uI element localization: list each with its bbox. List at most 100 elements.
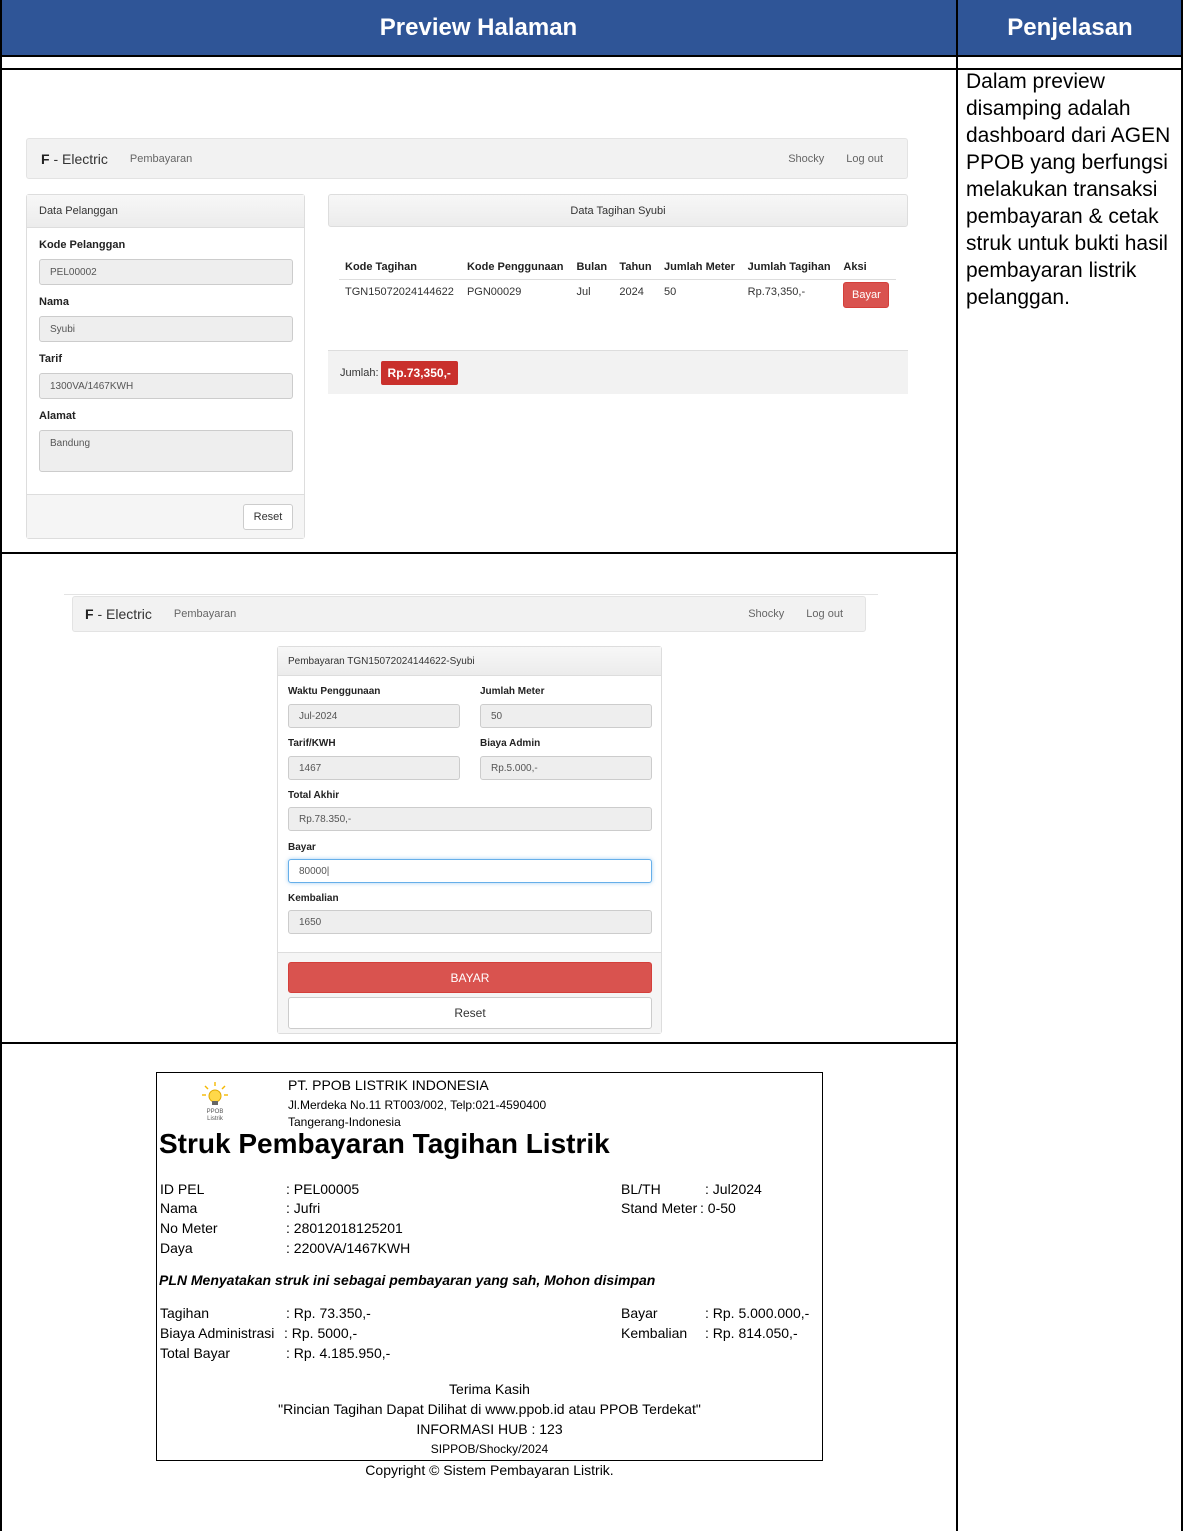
table-row-divider xyxy=(0,552,957,554)
alamat-field[interactable]: Bandung xyxy=(39,430,293,472)
total-label: Jumlah: xyxy=(340,366,379,379)
value-biaya-admin: : Rp. 5000,- xyxy=(284,1325,358,1341)
value-daya: : 2200VA/1467KWH xyxy=(286,1240,411,1256)
reset-button[interactable]: Reset xyxy=(243,504,293,530)
customer-panel: Data Pelanggan Kode Pelanggan PEL00002 N… xyxy=(26,194,305,539)
waktu-field[interactable]: Jul-2024 xyxy=(288,704,460,728)
kembalian-field[interactable]: 1650 xyxy=(288,910,652,934)
col-kode-penggunaan: Kode Penggunaan xyxy=(460,255,571,280)
reset-button[interactable]: Reset xyxy=(288,997,652,1029)
bayar-button[interactable]: Bayar xyxy=(843,282,890,308)
value-id-pel: : PEL00005 xyxy=(286,1181,360,1197)
label-tagihan: Tagihan xyxy=(160,1305,210,1321)
bayar-label: Bayar xyxy=(288,842,316,853)
tarif-field[interactable]: 1300VA/1467KWH xyxy=(39,373,293,399)
label-stand-meter: Stand Meter xyxy=(621,1200,698,1216)
bayar-submit-button[interactable]: BAYAR xyxy=(288,962,652,993)
payment-panel-title: Pembayaran TGN15072024144622-Syubi xyxy=(278,647,661,676)
value-bayar: : Rp. 5.000.000,- xyxy=(705,1305,810,1321)
col-kode-tagihan: Kode Tagihan xyxy=(339,255,461,280)
navbar: F - Electric Pembayaran Shocky Log out xyxy=(26,138,908,179)
label-daya: Daya xyxy=(160,1240,193,1256)
col-tahun: Tahun xyxy=(613,255,658,280)
col-aksi: Aksi xyxy=(837,255,896,280)
receipt-info: "Rincian Tagihan Dapat Dilihat di www.pp… xyxy=(278,1401,701,1417)
label-nama: Nama xyxy=(160,1200,198,1216)
meter-field[interactable]: 50 xyxy=(480,704,652,728)
total-field[interactable]: Rp.78.350,- xyxy=(288,807,652,831)
nav-pembayaran[interactable]: Pembayaran xyxy=(130,153,192,165)
kembalian-label: Kembalian xyxy=(288,893,339,904)
receipt-thanks: Terima Kasih xyxy=(449,1381,530,1397)
cell-kode-tagihan: TGN15072024144622 xyxy=(345,286,454,298)
nama-field[interactable]: Syubi xyxy=(39,316,293,342)
field-label: Tarif xyxy=(39,353,63,365)
cell-kode-penggunaan: PGN00029 xyxy=(466,286,522,298)
navbar: F - Electric Pembayaran Shocky Log out xyxy=(72,596,866,632)
table-row: TGN15072024144622 PGN00029 Jul 2024 50 R… xyxy=(339,280,896,315)
lightbulb-icon: PPOB Listrik xyxy=(202,1082,228,1122)
cell-bulan: Jul xyxy=(576,286,591,298)
total-badge: Rp.73,350,- xyxy=(380,360,458,385)
label-biaya-admin: Biaya Administrasi xyxy=(160,1325,275,1341)
field-label: Kode Pelanggan xyxy=(39,239,126,251)
table-row-divider xyxy=(0,55,1183,57)
bill-panel-header: Data Tagihan Syubi xyxy=(328,194,908,227)
cell-aksi: Bayar xyxy=(837,280,896,315)
value-stand-meter: : 0-50 xyxy=(700,1200,736,1216)
field-label: Nama xyxy=(39,296,69,308)
label-kembalian: Kembalian xyxy=(621,1325,688,1341)
payment-panel: Pembayaran TGN15072024144622-Syubi Waktu… xyxy=(277,646,662,1034)
value-tagihan: : Rp. 73.350,- xyxy=(286,1305,371,1321)
label-bayar: Bayar xyxy=(621,1305,658,1321)
table-border-left xyxy=(0,0,2,1531)
total-label: Total Akhir xyxy=(288,790,340,801)
logout-link[interactable]: Log out xyxy=(846,153,883,165)
admin-field[interactable]: Rp.5.000,- xyxy=(480,756,652,780)
col-bulan: Bulan xyxy=(570,255,614,280)
receipt-hub: INFORMASI HUB : 123 xyxy=(416,1421,563,1437)
kode-pelanggan-field[interactable]: PEL00002 xyxy=(39,259,293,285)
nav-underline xyxy=(64,594,878,595)
value-total-bayar: : Rp. 4.185.950,- xyxy=(286,1345,391,1361)
table-header-row: Kode Tagihan Kode Penggunaan Bulan Tahun… xyxy=(339,255,896,280)
value-kembalian: : Rp. 814.050,- xyxy=(705,1325,798,1341)
nav-pembayaran[interactable]: Pembayaran xyxy=(174,608,236,620)
explanation-header: Penjelasan xyxy=(957,0,1183,56)
label-blth: BL/TH xyxy=(621,1181,661,1197)
cell-tahun: 2024 xyxy=(619,286,644,298)
brand[interactable]: F - Electric xyxy=(41,151,108,167)
admin-label: Biaya Admin xyxy=(480,738,541,749)
label-total-bayar: Total Bayar xyxy=(160,1345,231,1361)
receipt-notice: PLN Menyatakan struk ini sebagai pembaya… xyxy=(159,1272,656,1288)
value-nama: : Jufri xyxy=(286,1200,321,1216)
waktu-label: Waktu Penggunaan xyxy=(288,686,381,697)
ppob-logo: PPOB Listrik xyxy=(200,1080,230,1124)
bill-total-bar: Jumlah: Rp.73,350,- xyxy=(328,350,908,394)
label-id-pel: ID PEL xyxy=(160,1181,205,1197)
tarif-label: Tarif/KWH xyxy=(288,738,336,749)
svg-text:PPOB: PPOB xyxy=(207,1109,224,1115)
company-name: PT. PPOB LISTRIK INDONESIA xyxy=(288,1077,489,1093)
logout-link[interactable]: Log out xyxy=(806,608,843,620)
receipt-footer-code: SIPPOB/Shocky/2024 xyxy=(430,1442,549,1456)
col-jumlah-tagihan: Jumlah Tagihan xyxy=(741,255,838,280)
svg-text:Listrik: Listrik xyxy=(207,1116,224,1122)
brand[interactable]: F - Electric xyxy=(85,606,152,622)
user-link[interactable]: Shocky xyxy=(788,153,824,165)
bayar-input[interactable]: 80000| xyxy=(288,859,652,883)
field-label: Alamat xyxy=(39,410,76,422)
customer-panel-title: Data Pelanggan xyxy=(27,195,304,228)
company-address: Jl.Merdeka No.11 RT003/002, Telp:021-459… xyxy=(288,1098,547,1112)
value-blth: : Jul2024 xyxy=(705,1181,762,1197)
tarif-field[interactable]: 1467 xyxy=(288,756,460,780)
user-link[interactable]: Shocky xyxy=(748,608,784,620)
col-jumlah-meter: Jumlah Meter xyxy=(658,255,742,280)
meter-label: Jumlah Meter xyxy=(480,686,545,697)
receipt-title: Struk Pembayaran Tagihan Listrik xyxy=(159,1128,610,1159)
copyright: Copyright © Sistem Pembayaran Listrik. xyxy=(365,1462,614,1478)
cell-jumlah-tagihan: Rp.73,350,- xyxy=(747,286,806,298)
value-no-meter: : 28012018125201 xyxy=(286,1220,403,1236)
company-city: Tangerang-Indonesia xyxy=(288,1115,401,1129)
explanation-text: Dalam preview disamping adalah dashboard… xyxy=(966,70,1171,309)
